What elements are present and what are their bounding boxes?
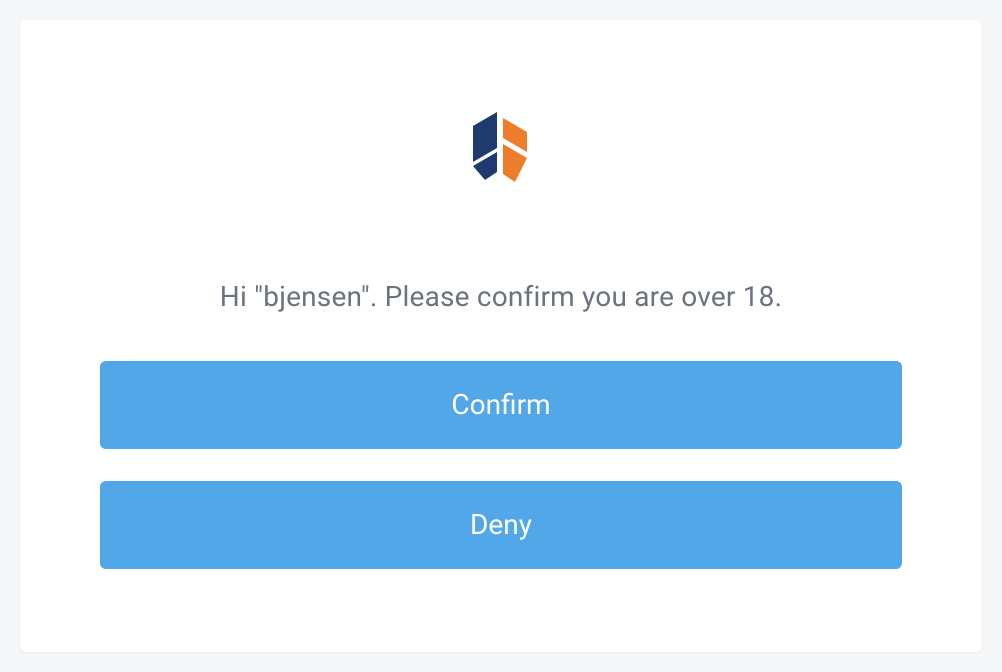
brand-logo-icon	[469, 110, 533, 190]
confirm-button[interactable]: Confirm	[100, 361, 902, 449]
deny-button[interactable]: Deny	[100, 481, 902, 569]
confirmation-message: Hi "bjensen". Please confirm you are ove…	[220, 280, 782, 313]
confirmation-card: Hi "bjensen". Please confirm you are ove…	[20, 20, 982, 652]
